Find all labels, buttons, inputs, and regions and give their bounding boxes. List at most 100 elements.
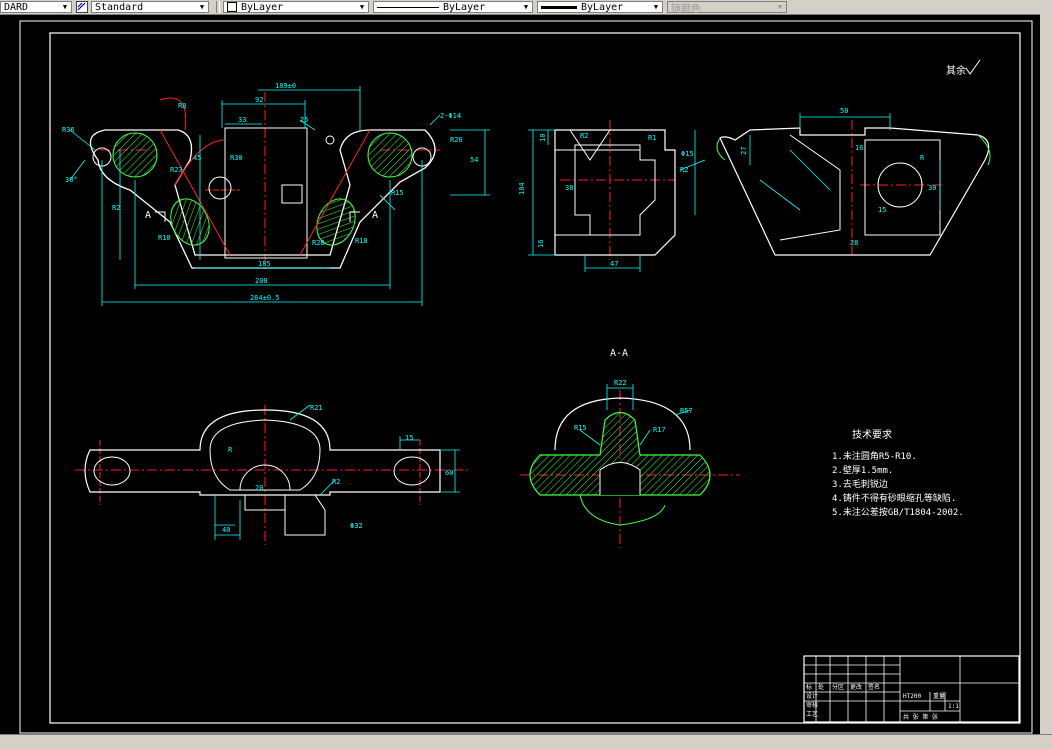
linetype-preview [377,6,439,8]
svg-text:分区: 分区 [832,683,844,691]
svg-text:工艺: 工艺 [806,710,818,718]
dim-style-combo[interactable]: Standard ▼ [91,1,209,13]
material-text: HT200 [903,693,921,700]
svg-text:R36: R36 [62,126,75,134]
svg-text:Φ32: Φ32 [350,522,363,530]
section-aa: A-A R22 R15 R17 R57 [520,348,740,548]
svg-text:标: 标 [806,683,812,691]
text-style-combo[interactable]: DARD ▼ [0,1,72,13]
tech-note-2: 2.壁厚1.5mm. [832,464,893,476]
title-block-text: 标处分区 更改 签名 设计审核工艺 HT200 重量 1:1 共 张 第 张 [806,683,959,721]
drawing-canvas[interactable]: 其余 264±0.5 208 185 92 189±0 33 R36 2-Φ14… [0,14,1040,734]
tech-note-1: 1.未注圆角R5-R10. [832,450,917,462]
right-view: 50 27 R 30 28 16 15 [716,107,991,256]
svg-text:R10: R10 [158,234,171,242]
svg-text:R15: R15 [574,424,587,432]
svg-text:R26: R26 [450,136,463,144]
svg-text:38: 38 [565,184,573,192]
svg-text:30°: 30° [65,176,78,184]
properties-toolbar: DARD ▼ Standard ▼ ByLayer ▼ ByLayer ▼ By… [0,0,1052,15]
tech-note-3: 3.去毛刺锐边 [832,478,888,490]
roughness-text: 其余 [946,64,966,77]
svg-text:R57: R57 [680,407,693,415]
tech-note-4: 4.铸件不得有砂眼缩孔等缺陷. [832,492,956,504]
svg-text:16: 16 [537,240,545,248]
svg-text:60: 60 [445,469,453,477]
svg-text:25: 25 [300,116,308,124]
section-mark-left: A [145,210,151,221]
svg-text:15: 15 [878,206,886,214]
svg-text:15: 15 [405,434,413,442]
dim-style-value: Standard [95,1,144,13]
svg-text:R17: R17 [653,426,666,434]
lineweight-preview [541,5,577,9]
chevron-down-icon[interactable]: ▼ [356,2,368,12]
svg-text:28: 28 [850,239,858,247]
svg-text:50: 50 [840,107,848,115]
svg-text:R23: R23 [170,166,183,174]
svg-text:54: 54 [470,156,478,164]
svg-text:47: 47 [610,260,618,268]
svg-text:208: 208 [255,277,268,285]
svg-text:R2: R2 [332,478,340,486]
svg-text:R2: R2 [112,204,120,212]
svg-text:签名: 签名 [868,683,880,691]
chevron-down-icon[interactable]: ▼ [650,2,662,12]
section-title: A-A [610,348,628,359]
horizontal-scrollbar[interactable] [0,734,1052,749]
svg-text:92: 92 [255,96,263,104]
svg-text:R8: R8 [178,102,186,110]
svg-text:27: 27 [740,147,748,155]
svg-text:189±0: 189±0 [275,82,296,90]
layer-color-combo[interactable]: ByLayer ▼ [223,1,369,13]
linetype-combo[interactable]: ByLayer ▼ [373,1,533,13]
svg-text:R1: R1 [648,134,656,142]
svg-text:104: 104 [518,182,526,195]
side-view: 104 10 16 47 R2 R1 Φ15 R2 38 [518,120,706,272]
toolbar-separator [216,1,220,13]
svg-text:30: 30 [928,184,936,192]
svg-text:40: 40 [222,526,230,534]
svg-text:R15: R15 [391,189,404,197]
svg-text:R21: R21 [310,404,323,412]
svg-text:R: R [920,154,925,162]
svg-text:重量: 重量 [933,692,945,700]
vertical-scrollbar[interactable] [1040,14,1052,734]
chevron-down-icon[interactable]: ▼ [520,2,532,12]
svg-text:处: 处 [818,683,824,691]
svg-text:R30: R30 [230,154,243,162]
inner-border [49,32,1021,724]
lineweight-combo[interactable]: ByLayer ▼ [537,1,663,13]
svg-text:R28: R28 [312,239,325,247]
color-swatch-icon [227,2,237,12]
svg-text:R18: R18 [355,237,368,245]
svg-text:45: 45 [193,154,201,162]
svg-text:R: R [228,446,233,454]
dimension-style-icon[interactable] [76,1,88,13]
front-view: 264±0.5 208 185 92 189±0 33 R36 2-Φ14 R2… [62,82,490,306]
chevron-down-icon[interactable]: ▼ [774,2,786,12]
scale-text: 1:1 [948,703,959,710]
bottom-view: R21 R 20 60 15 40 R2 Φ32 [75,404,470,545]
plot-style-value: 随颜色 [671,3,701,15]
svg-text:R2: R2 [680,166,688,174]
tech-note-5: 5.未注公差按GB/T1804-2002. [832,506,964,518]
chevron-down-icon[interactable]: ▼ [59,2,71,12]
svg-text:Φ15: Φ15 [681,150,694,158]
svg-text:R22: R22 [614,379,627,387]
tech-title: 技术要求 [852,428,892,441]
roughness-note: 其余 [946,59,981,77]
svg-text:R2: R2 [580,132,588,140]
svg-text:264±0.5: 264±0.5 [250,294,280,302]
svg-text:33: 33 [238,116,246,124]
technical-notes: 技术要求 1.未注圆角R5-R10. 2.壁厚1.5mm. 3.去毛刺锐边 4.… [832,428,964,518]
svg-text:更改: 更改 [850,683,862,691]
sheet-text: 共 张 第 张 [903,713,938,721]
svg-text:10: 10 [539,134,547,142]
chevron-down-icon[interactable]: ▼ [196,2,208,12]
layer-color-value: ByLayer [241,1,284,13]
text-style-value: DARD [4,1,29,13]
lineweight-value: ByLayer [581,1,624,13]
plot-style-combo[interactable]: 随颜色 ▼ [667,1,787,15]
svg-text:2-Φ14: 2-Φ14 [440,112,461,120]
